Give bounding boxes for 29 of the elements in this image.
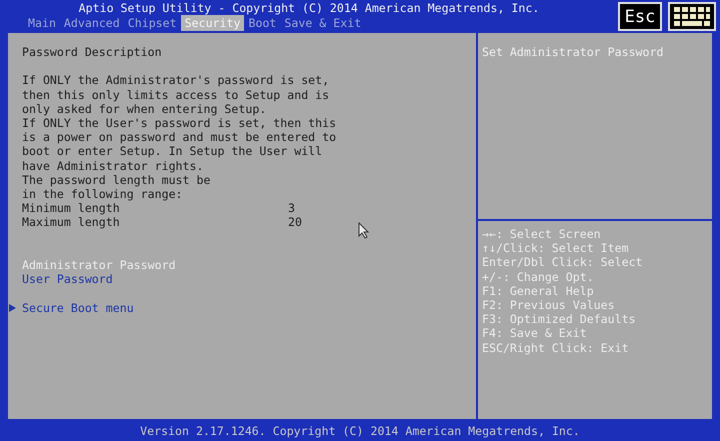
menu-tab[interactable]: Save & Exit xyxy=(280,15,366,31)
setting-label: Minimum length xyxy=(22,201,121,216)
footer-text: Version 2.17.1246. Copyright (C) 2014 American Megatrends, Inc. xyxy=(140,424,580,438)
menu-tab[interactable]: Advanced xyxy=(60,15,124,31)
submenu-arrow-icon xyxy=(9,304,16,312)
key-help-line: ESC/Right Click: Exit xyxy=(482,340,630,355)
key-help-line: →←: Select Screen xyxy=(482,227,602,242)
submenu-item[interactable]: Secure Boot menu xyxy=(22,300,134,315)
menu-tab[interactable]: Boot xyxy=(244,15,280,31)
key-help-line: ↑↓/Click: Select Item xyxy=(482,241,630,256)
window-title: Aptio Setup Utility - Copyright (C) 2014 American Megatrends, Inc. xyxy=(78,1,540,15)
menu-item[interactable]: User Password xyxy=(22,272,113,286)
key-help-line: F3: Optimized Defaults xyxy=(482,312,637,326)
setting-value: 20 xyxy=(288,215,302,230)
section-title: Password Description xyxy=(22,45,163,60)
key-help-line: +/-: Change Opt. xyxy=(482,270,595,284)
key-help-line: F2: Previous Values xyxy=(482,298,616,312)
description-text: If ONLY the Administrator's password is set, then this only limits access to Setup and is only asked for when entering Setup. If ONLY the User's password is set, then this is a power on password and must be entered to boot or enter Setup. In Setup the User will have Administrator rights. The password length must be in the following range: xyxy=(22,73,338,202)
key-help-line: F4: Save & Exit xyxy=(482,326,588,341)
keyboard-icon[interactable] xyxy=(668,2,716,31)
menu-tab[interactable]: Main xyxy=(24,15,60,31)
key-help-line: F1: General Help xyxy=(482,284,595,298)
mouse-pointer-icon xyxy=(358,222,370,239)
escape-button[interactable]: Esc xyxy=(618,2,662,31)
help-text: Set Administrator Password xyxy=(482,45,664,60)
key-help-line: Enter/Dbl Click: Select xyxy=(482,255,644,270)
setting-value: 3 xyxy=(288,201,295,216)
menu-tab[interactable]: Chipset xyxy=(124,15,181,31)
setting-label: Maximum length xyxy=(22,215,121,230)
